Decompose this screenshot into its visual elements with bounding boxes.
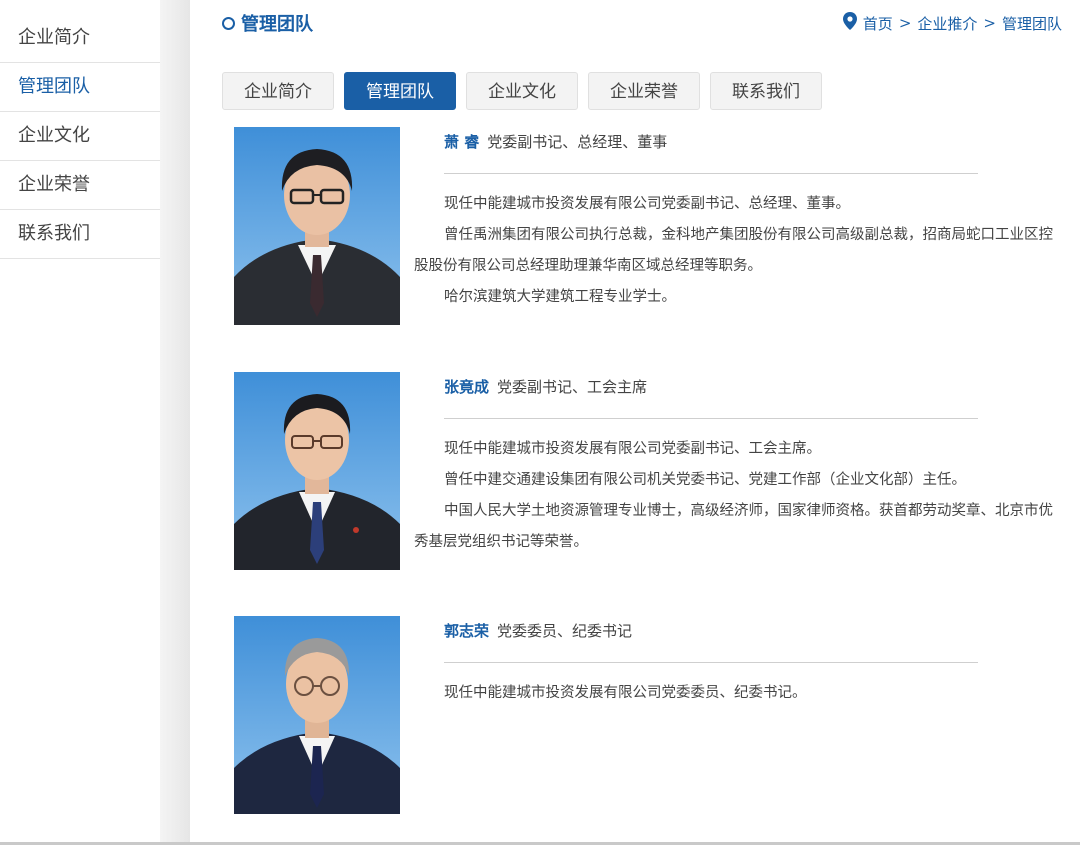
sidebar-nav: 企业简介 管理团队 企业文化 企业荣誉 联系我们 — [0, 0, 160, 845]
breadcrumb-current: 管理团队 — [1001, 14, 1062, 33]
member-name: 郭志荣 — [444, 622, 490, 640]
member-bio: 现任中能建城市投资发展有限公司党委委员、纪委书记。 — [414, 678, 1056, 709]
tab-company-intro[interactable]: 企业简介 — [222, 72, 334, 110]
member-heading: 萧 睿党委副书记、总经理、董事 — [444, 131, 667, 152]
member-heading: 张竟成 党委副书记、工会主席 — [444, 376, 647, 397]
divider — [444, 173, 978, 174]
bio-paragraph: 哈尔滨建筑大学建筑工程专业学士。 — [444, 289, 676, 305]
member-photo — [234, 372, 400, 570]
member-position: 党委委员、纪委书记 — [497, 622, 633, 640]
bio-paragraph: 现任中能建城市投资发展有限公司党委委员、纪委书记。 — [444, 685, 807, 701]
sidebar-divider — [160, 0, 190, 845]
member-bio: 现任中能建城市投资发展有限公司党委副书记、工会主席。 曾任中建交通建设集团有限公… — [414, 434, 1056, 558]
breadcrumb-separator: > — [898, 14, 912, 32]
bio-paragraph: 现任中能建城市投资发展有限公司党委副书记、总经理、董事。 — [444, 196, 850, 212]
breadcrumb-separator: > — [983, 14, 996, 32]
sidebar-item-company-intro[interactable]: 企业简介 — [0, 0, 160, 63]
bio-paragraph: 曾任中建交通建设集团有限公司机关党委书记、党建工作部（企业文化部）主任。 — [444, 472, 966, 488]
tab-corporate-culture[interactable]: 企业文化 — [466, 72, 578, 110]
member-position: 党委副书记、总经理、董事 — [487, 133, 668, 151]
bio-paragraph: 现任中能建城市投资发展有限公司党委副书记、工会主席。 — [444, 441, 821, 457]
location-pin-icon — [842, 12, 857, 34]
bio-paragraph: 中国人民大学土地资源管理专业博士，高级经济师，国家律师资格。获首都劳动奖章、北京… — [414, 503, 1053, 550]
sidebar-item-contact-us[interactable]: 联系我们 — [0, 210, 160, 259]
sidebar-item-management-team[interactable]: 管理团队 — [0, 63, 160, 112]
breadcrumb-home[interactable]: 首页 — [863, 13, 893, 34]
breadcrumb-company-promo[interactable]: 企业推介 — [917, 13, 977, 34]
divider — [444, 662, 978, 663]
sidebar-item-corporate-culture[interactable]: 企业文化 — [0, 112, 160, 161]
member-name: 张竟成 — [444, 378, 490, 396]
bio-paragraph: 曾任禹洲集团有限公司执行总裁，金科地产集团股份有限公司高级副总裁，招商局蛇口工业… — [414, 227, 1053, 274]
page-title-text: 管理团队 — [241, 14, 313, 35]
member-photo — [234, 127, 400, 325]
circle-icon — [222, 16, 235, 30]
member-heading: 郭志荣 党委委员、纪委书记 — [444, 620, 632, 641]
member-bio: 现任中能建城市投资发展有限公司党委副书记、总经理、董事。 曾任禹洲集团有限公司执… — [414, 189, 1056, 313]
divider — [444, 418, 978, 419]
section-tabs: 企业简介 管理团队 企业文化 企业荣誉 联系我们 — [222, 72, 822, 110]
member-photo — [234, 616, 400, 814]
sidebar-item-corporate-honors[interactable]: 企业荣誉 — [0, 161, 160, 210]
tab-corporate-honors[interactable]: 企业荣誉 — [588, 72, 700, 110]
breadcrumb: 首页 > 企业推介 > 管理团队 — [842, 12, 1062, 34]
tab-management-team[interactable]: 管理团队 — [344, 72, 456, 110]
member-name: 萧 睿 — [444, 133, 480, 151]
tab-contact-us[interactable]: 联系我们 — [710, 72, 822, 110]
page-title: 管理团队 — [222, 10, 313, 36]
member-position: 党委副书记、工会主席 — [497, 378, 648, 396]
